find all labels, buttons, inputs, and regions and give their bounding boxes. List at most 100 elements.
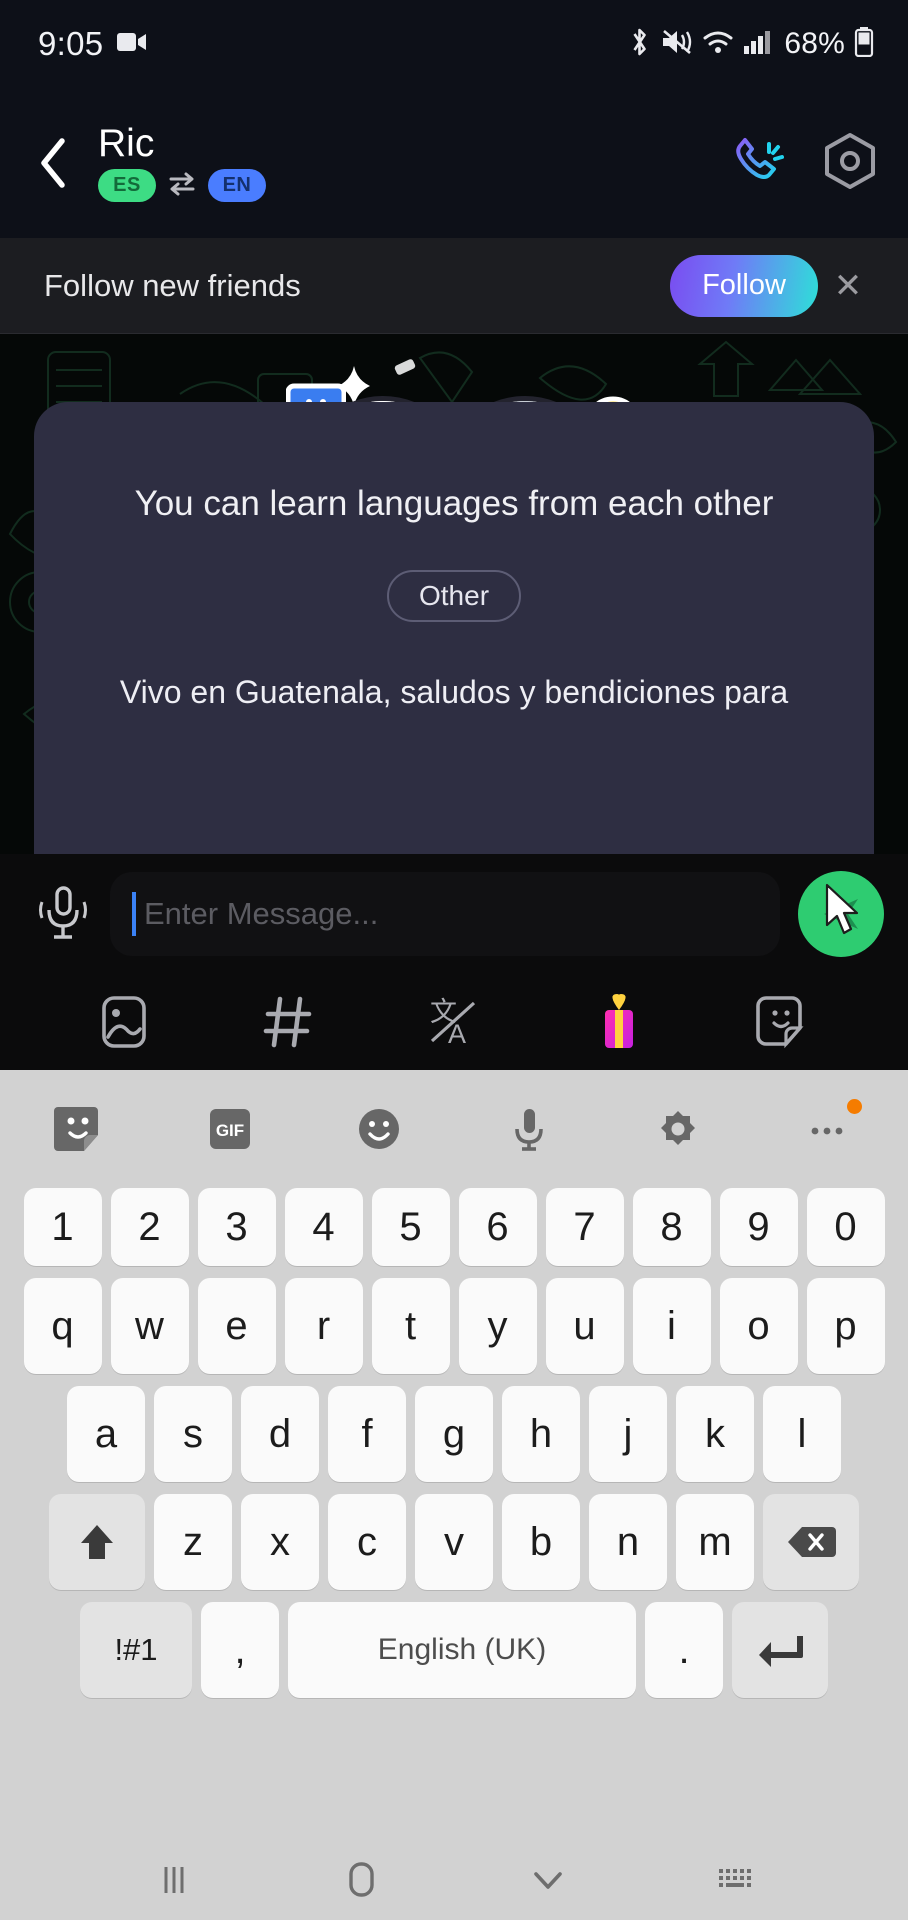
notification-dot <box>846 1099 862 1114</box>
key[interactable]: d <box>241 1386 319 1482</box>
more-options-icon[interactable] <box>796 1097 862 1161</box>
message-input-zone: Enter Message... 文 A <box>0 854 908 1070</box>
message-input-row: Enter Message... <box>0 854 908 974</box>
key[interactable]: j <box>589 1386 667 1482</box>
keyboard-switch-icon[interactable] <box>700 1852 770 1908</box>
back-button[interactable] <box>22 128 84 198</box>
key[interactable]: b <box>502 1494 580 1590</box>
voice-input-icon[interactable] <box>497 1097 561 1161</box>
close-icon[interactable]: ✕ <box>818 256 878 316</box>
gift-icon[interactable] <box>586 989 652 1055</box>
key[interactable]: k <box>676 1386 754 1482</box>
key[interactable]: 6 <box>458 1188 537 1266</box>
key[interactable]: o <box>719 1278 798 1374</box>
hashtag-icon[interactable] <box>256 989 322 1055</box>
keyboard-row-home: a s d f g h j k l <box>6 1386 902 1482</box>
follow-button[interactable]: Follow <box>670 254 818 317</box>
key[interactable]: f <box>328 1386 406 1482</box>
contact-name: Ric <box>98 122 155 165</box>
message-input-field[interactable]: Enter Message... <box>110 872 780 956</box>
key[interactable]: l <box>763 1386 841 1482</box>
key[interactable]: 7 <box>545 1188 624 1266</box>
follow-banner: Follow new friends Follow ✕ <box>0 238 908 334</box>
status-time: 9:05 <box>38 25 104 62</box>
swap-arrows-icon <box>167 170 197 201</box>
intro-title: You can learn languages from each other <box>134 484 774 523</box>
video-recording-icon <box>117 31 147 58</box>
backspace-key[interactable] <box>763 1494 859 1590</box>
sticker-toolbar-icon[interactable] <box>48 1097 112 1161</box>
keyboard-row-top: q w e r t y u i o p <box>6 1278 902 1374</box>
follow-banner-text: Follow new friends <box>44 267 301 303</box>
space-key[interactable]: English (UK) <box>288 1602 636 1698</box>
header-center[interactable]: Ric ES EN <box>84 124 728 202</box>
sticker-icon[interactable] <box>751 989 817 1055</box>
keyboard-toolbar: GIF <box>0 1070 908 1188</box>
key[interactable]: h <box>502 1386 580 1482</box>
home-icon[interactable] <box>326 1852 396 1908</box>
chat-message-area: You can learn languages from each other … <box>0 334 908 854</box>
key[interactable]: n <box>589 1494 667 1590</box>
battery-percent: 68% <box>784 27 845 60</box>
symbols-key[interactable]: !#1 <box>80 1602 192 1698</box>
cellular-signal-icon <box>743 29 771 60</box>
key[interactable]: w <box>110 1278 189 1374</box>
system-navigation-bar <box>0 1840 908 1920</box>
mute-icon <box>661 28 693 61</box>
status-bar: 9:05 68% <box>0 0 908 88</box>
key[interactable]: x <box>241 1494 319 1590</box>
translate-icon[interactable]: 文 A <box>421 989 487 1055</box>
key[interactable]: v <box>415 1494 493 1590</box>
hide-keyboard-chevron-icon[interactable] <box>513 1852 583 1908</box>
phone-call-icon[interactable] <box>728 132 788 195</box>
mouse-cursor-icon <box>825 883 859 935</box>
emoji-icon[interactable] <box>347 1097 411 1161</box>
key[interactable]: r <box>284 1278 363 1374</box>
gif-icon[interactable]: GIF <box>198 1097 262 1161</box>
recents-icon[interactable] <box>139 1852 209 1908</box>
settings-hexagon-icon[interactable] <box>822 132 878 195</box>
gallery-icon[interactable] <box>91 989 157 1055</box>
key[interactable]: t <box>371 1278 450 1374</box>
key[interactable]: c <box>328 1494 406 1590</box>
key[interactable]: u <box>545 1278 624 1374</box>
keyboard-row-bottom: z x c v b n m <box>6 1494 902 1590</box>
language-from-badge: ES <box>98 169 156 202</box>
attachment-tool-row: 文 A <box>0 974 908 1070</box>
key[interactable]: 4 <box>284 1188 363 1266</box>
key[interactable]: 0 <box>806 1188 885 1266</box>
key[interactable]: i <box>632 1278 711 1374</box>
shift-key[interactable] <box>49 1494 145 1590</box>
key[interactable]: 8 <box>632 1188 711 1266</box>
text-cursor <box>132 892 136 936</box>
key[interactable]: 1 <box>23 1188 102 1266</box>
key[interactable]: a <box>67 1386 145 1482</box>
key[interactable]: y <box>458 1278 537 1374</box>
intro-message-text: Vivo en Guatenala, saludos y bendiciones… <box>119 674 789 710</box>
message-placeholder: Enter Message... <box>144 896 379 931</box>
category-pill[interactable]: Other <box>386 570 522 622</box>
key[interactable]: p <box>806 1278 885 1374</box>
key[interactable]: 2 <box>110 1188 189 1266</box>
key[interactable]: e <box>197 1278 276 1374</box>
period-key[interactable]: . <box>645 1602 723 1698</box>
keyboard-rows: 1 2 3 4 5 6 7 8 9 0 q w e r t y u i o p … <box>0 1188 908 1698</box>
svg-text:GIF: GIF <box>215 1121 243 1140</box>
send-button[interactable] <box>798 871 884 957</box>
key[interactable]: s <box>154 1386 232 1482</box>
key[interactable]: g <box>415 1386 493 1482</box>
key[interactable]: 9 <box>719 1188 798 1266</box>
intro-card: You can learn languages from each other … <box>34 402 874 854</box>
language-pair[interactable]: ES EN <box>98 169 728 202</box>
microphone-icon[interactable] <box>24 882 102 946</box>
key[interactable]: 3 <box>197 1188 276 1266</box>
enter-key[interactable] <box>732 1602 828 1698</box>
bluetooth-icon <box>627 27 652 62</box>
comma-key[interactable]: , <box>201 1602 279 1698</box>
keyboard-settings-icon[interactable] <box>646 1097 710 1161</box>
key[interactable]: 5 <box>371 1188 450 1266</box>
key[interactable]: q <box>23 1278 102 1374</box>
key[interactable]: z <box>154 1494 232 1590</box>
key[interactable]: m <box>676 1494 754 1590</box>
status-bar-right: 68% <box>627 26 874 62</box>
